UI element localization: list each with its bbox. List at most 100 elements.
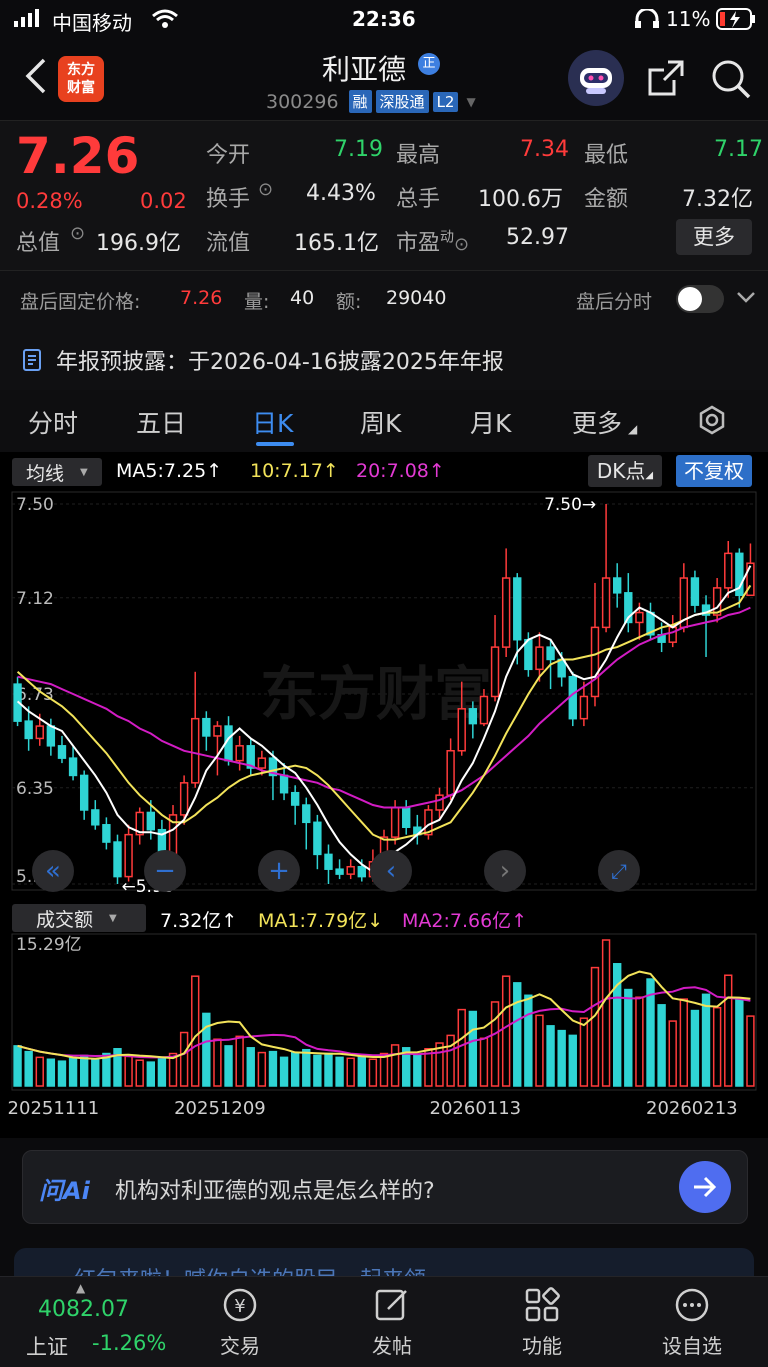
- candle-body: [146, 811, 155, 831]
- amount-ma1-legend: MA1:7.79亿↓: [258, 910, 384, 932]
- clock: 22:36: [352, 7, 416, 31]
- amount-ma2-legend: MA2:7.66亿↑: [402, 910, 528, 932]
- volume-bar: [68, 1057, 78, 1087]
- trade-icon: ¥: [223, 1288, 257, 1322]
- candle-body: [35, 725, 44, 740]
- volume-bar: [335, 1056, 344, 1087]
- candle-body: [535, 646, 544, 671]
- tab-daily-k[interactable]: 日K: [252, 404, 293, 440]
- volume-bar: [246, 1047, 255, 1087]
- triangle-up-icon: ▲: [76, 1281, 86, 1295]
- volume-bar: [668, 1020, 677, 1087]
- pe-label: 市盈动⊙: [396, 229, 470, 256]
- volume-bar: [590, 966, 600, 1087]
- indicator-select[interactable]: 均线 ▼: [12, 458, 102, 486]
- mcap-label: 总值: [16, 231, 61, 256]
- volume-value: 100.6万: [478, 187, 563, 212]
- triangle-down-icon: ▼: [80, 466, 88, 478]
- volume-bar: [57, 1060, 67, 1087]
- candle-body: [179, 782, 189, 816]
- volume-bar: [135, 1059, 144, 1087]
- announcement-text: 年报预披露：于2026-04-16披露2025年年报: [56, 350, 504, 375]
- promo-banner[interactable]: 红包来啦！喊你自选的股民一起来领~: [14, 1248, 754, 1278]
- candle-body: [213, 725, 222, 737]
- volume-bar: [124, 1055, 133, 1087]
- kline-chart[interactable]: 7.507.126.736.355.96东方财富7.50→←5.9615.29亿…: [0, 452, 768, 1138]
- adjust-button[interactable]: 不复权: [676, 455, 752, 487]
- signal-icon: [14, 8, 44, 28]
- back-button[interactable]: [22, 56, 50, 100]
- volume-bar: [413, 1054, 422, 1087]
- tab-intraday[interactable]: 分时: [28, 404, 78, 440]
- ai-prompt-text: 机构对利亚德的观点是怎么样的?: [115, 1179, 435, 1204]
- pe-value: 52.97: [506, 225, 569, 250]
- svg-text:¥: ¥: [234, 1296, 245, 1317]
- index-value[interactable]: 4082.07: [38, 1297, 129, 1322]
- volume-bar: [79, 1054, 89, 1087]
- turnover-label: 换手: [206, 187, 251, 212]
- tag-connect: 深股通: [375, 90, 429, 113]
- candle-body: [601, 577, 611, 629]
- candle-body: [79, 774, 89, 811]
- stock-code-row[interactable]: 300296 融 深股通 L2 ▼: [266, 90, 476, 113]
- chevron-down-icon[interactable]: [736, 289, 756, 308]
- fullscreen-icon[interactable]: ⤢: [598, 850, 640, 892]
- candle-body: [490, 646, 500, 698]
- volume-bar: [202, 1012, 211, 1087]
- more-button[interactable]: 更多: [676, 219, 752, 255]
- date-label: 20260213: [646, 1098, 738, 1119]
- info-icon[interactable]: ⊙: [258, 179, 273, 200]
- volume-bar: [712, 1006, 722, 1087]
- next-icon[interactable]: ›: [484, 850, 526, 892]
- nav-functions[interactable]: 功能: [482, 1285, 602, 1359]
- candle-body: [446, 750, 455, 796]
- volume-max-label: 15.29亿: [16, 935, 82, 955]
- tab-monthly-k[interactable]: 月K: [470, 404, 511, 440]
- ma20-legend: 20:7.08↑: [356, 460, 445, 482]
- nav-trade[interactable]: ¥ 交易: [180, 1285, 300, 1359]
- battery-icon: [716, 8, 756, 35]
- tab-more[interactable]: 更多: [572, 404, 622, 440]
- volume-bar: [379, 1052, 389, 1087]
- dk-point-button[interactable]: DK点◢: [588, 455, 662, 487]
- candle-body: [235, 745, 244, 762]
- open-label: 今开: [206, 143, 251, 168]
- candle-body: [302, 804, 311, 824]
- y-tick-label: 6.35: [16, 779, 54, 799]
- candle-body: [468, 708, 478, 725]
- app-header: 东方 财富 利亚德 正 300296 融 深股通 L2 ▼: [0, 40, 768, 120]
- zoom-in-icon[interactable]: +: [258, 850, 300, 892]
- volume-bar: [224, 1045, 233, 1087]
- float-label: 流值: [206, 231, 251, 256]
- ai-question-bar[interactable]: 问Ai 机构对利亚德的观点是怎么样的?: [22, 1150, 748, 1224]
- candle-body: [435, 794, 444, 811]
- after-hours-toggle[interactable]: [676, 285, 724, 313]
- tab-five-day[interactable]: 五日: [136, 404, 186, 440]
- info-icon[interactable]: ⊙: [70, 223, 85, 244]
- candle-body: [335, 868, 344, 875]
- float-value: 165.1亿: [294, 231, 379, 256]
- volume-bar: [357, 1055, 366, 1087]
- sub-indicator-select[interactable]: 成交额 ▼: [12, 904, 146, 932]
- volume-bar: [24, 1050, 33, 1087]
- nav-post[interactable]: 发帖: [332, 1285, 452, 1359]
- tag-margin: 融: [348, 90, 372, 113]
- announcement-bar[interactable]: 年报预披露：于2026-04-16披露2025年年报: [0, 328, 768, 390]
- volume-bar: [568, 1034, 577, 1087]
- tab-weekly-k[interactable]: 周K: [360, 404, 401, 440]
- previous-icon[interactable]: ‹: [370, 850, 412, 892]
- arrow-right-icon[interactable]: [679, 1161, 731, 1213]
- rewind-icon[interactable]: «: [32, 850, 74, 892]
- after-price-label: 盘后固定价格:: [20, 291, 141, 313]
- candle-body: [568, 675, 577, 720]
- settings-gear-icon[interactable]: [696, 404, 728, 440]
- zoom-out-icon[interactable]: −: [144, 850, 186, 892]
- kline-chart-area[interactable]: 7.507.126.736.355.96东方财富7.50→←5.9615.29亿…: [0, 452, 768, 1138]
- search-icon[interactable]: [710, 58, 752, 104]
- after-amt-label: 额:: [336, 291, 362, 313]
- volume-bar: [546, 1025, 555, 1087]
- nav-add-watchlist[interactable]: 设自选: [632, 1285, 752, 1359]
- assistant-avatar[interactable]: [568, 50, 624, 106]
- triangle-down-icon: ▼: [109, 912, 117, 924]
- share-icon[interactable]: [646, 58, 686, 102]
